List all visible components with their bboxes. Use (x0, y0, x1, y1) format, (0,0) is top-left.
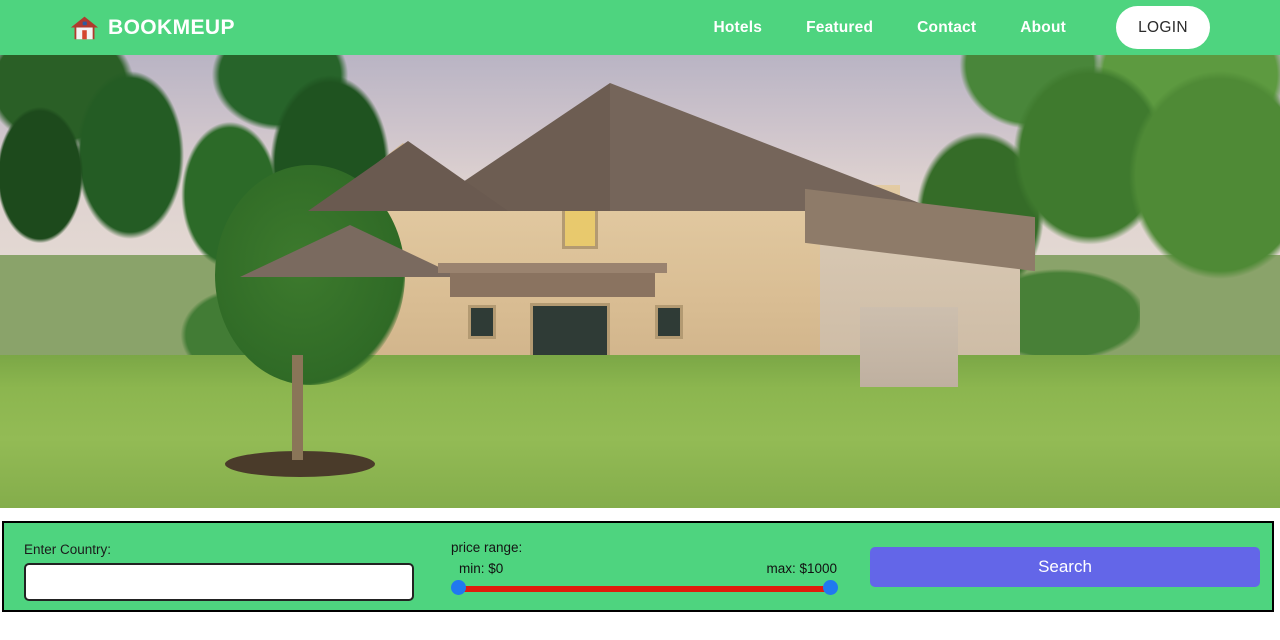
price-min-label: min: $0 (459, 561, 504, 576)
house-porch-roof (438, 263, 667, 297)
house-window-left-small (468, 305, 496, 339)
house-roof-right-slope (610, 83, 940, 211)
price-range-slider[interactable] (451, 580, 838, 598)
login-button[interactable]: LOGIN (1116, 6, 1210, 49)
price-slider-max-handle[interactable] (823, 580, 838, 595)
site-header: BOOKMEUP Hotels Featured Contact About L… (0, 0, 1280, 55)
price-minmax-labels: min: $0 max: $1000 (451, 561, 837, 578)
main-nav: Hotels Featured Contact About LOGIN (692, 6, 1210, 49)
nav-link-contact[interactable]: Contact (895, 13, 998, 43)
hero-lawn (0, 165, 1280, 508)
house-garage-door (860, 307, 958, 387)
hero-house (240, 75, 1035, 395)
price-range-label: price range: (451, 540, 523, 555)
hero-lawn-tree-trunk (292, 355, 303, 460)
country-label: Enter Country: (24, 542, 112, 557)
nav-link-about[interactable]: About (998, 13, 1088, 43)
brand-name: BOOKMEUP (108, 16, 235, 39)
price-max-label: max: $1000 (766, 561, 837, 576)
country-input[interactable] (24, 563, 414, 601)
price-range-group: price range: min: $0 max: $1000 (451, 540, 841, 598)
brand-logo[interactable]: BOOKMEUP (70, 13, 235, 42)
nav-link-hotels[interactable]: Hotels (692, 13, 785, 43)
house-side-roof (308, 141, 508, 211)
price-slider-track[interactable] (457, 586, 831, 592)
house-window-right-small (655, 305, 683, 339)
house-window-center-bay (530, 303, 610, 359)
search-button[interactable]: Search (870, 547, 1260, 587)
nav-link-featured[interactable]: Featured (784, 13, 895, 43)
country-field-group: Enter Country: (24, 542, 414, 601)
hero-image (0, 55, 1280, 508)
house-icon (70, 16, 99, 40)
house-far-left-roof (240, 225, 460, 277)
price-slider-min-handle[interactable] (451, 580, 466, 595)
